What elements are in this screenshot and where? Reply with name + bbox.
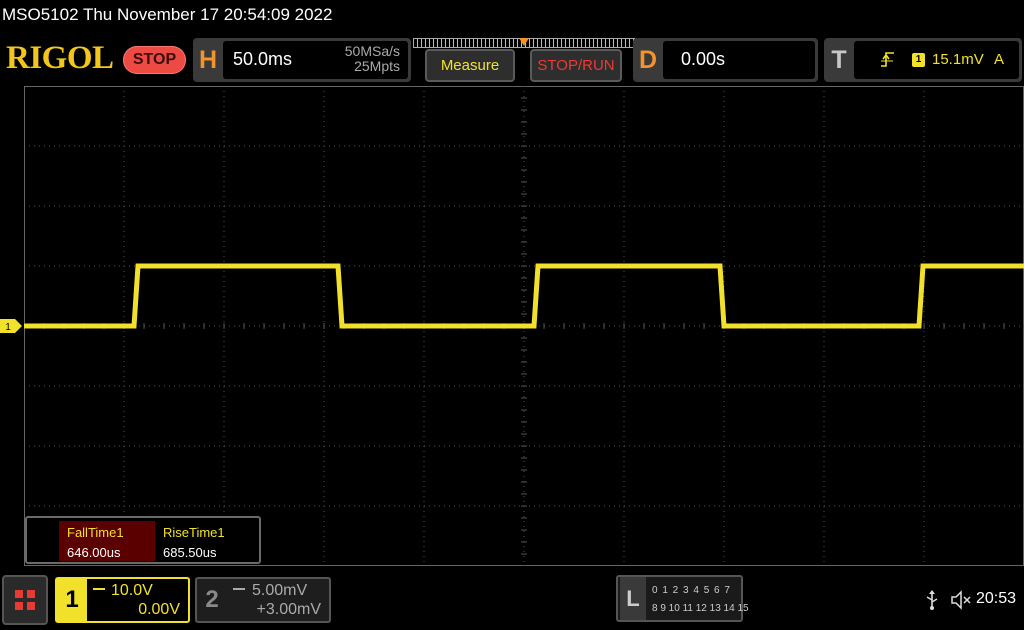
measurement-name: FallTime1 [67, 525, 124, 540]
menu-home-icon[interactable] [2, 575, 48, 625]
ch1-offset: 0.00V [138, 601, 180, 618]
measure-button[interactable]: Measure [425, 49, 515, 82]
waveform-grid[interactable] [24, 86, 1024, 566]
ch2-offset: +3.00mV [256, 601, 321, 618]
delay-letter: D [638, 46, 658, 74]
logic-analyzer-settings[interactable]: L 0 1 2 3 4 5 6 7 8 9 10 11 12 13 14 15 [616, 575, 749, 622]
measurement-name: RiseTime1 [163, 525, 225, 540]
clock: 20:53 [976, 590, 1017, 607]
ch1-settings[interactable]: 1 10.0V 0.00V [55, 577, 190, 623]
measurement-value: 646.00us [67, 545, 121, 560]
logic-letter: L [620, 577, 646, 620]
ch1-number: 1 [57, 579, 87, 621]
ch2-scale: 5.00mV [252, 582, 308, 599]
memory-depth: 25Mpts [354, 58, 400, 74]
logic-channels-row1: 0 1 2 3 4 5 6 7 [652, 585, 731, 596]
speaker-muted-icon[interactable] [950, 590, 972, 610]
rigol-logo: RIGOL [6, 40, 114, 76]
delay-display: 0.00s [663, 41, 815, 79]
title-bar: MSO5102 Thu November 17 20:54:09 2022 [0, 0, 1024, 30]
horizontal-letter: H [198, 46, 218, 74]
measurement-item[interactable]: FallTime1 646.00us [59, 521, 155, 561]
trigger-source-badge: 1 [912, 53, 925, 67]
title-text: MSO5102 Thu November 17 20:54:09 2022 [2, 5, 333, 24]
measurement-item[interactable]: RiseTime1 685.50us [155, 521, 251, 561]
usb-icon [926, 590, 938, 610]
horizontal-panel[interactable]: H 50.0ms 50MSa/s 25Mpts [193, 38, 411, 82]
top-toolbar: RIGOL STOP H 50.0ms 50MSa/s 25Mpts Measu… [0, 34, 1024, 86]
trigger-position-mark [519, 38, 529, 46]
trigger-level: 15.1mV [932, 51, 984, 68]
dc-coupling-icon [93, 588, 105, 592]
delay-value: 0.00s [681, 49, 726, 69]
bottom-bar: 1 10.0V 0.00V 2 5.00mV +3.00mV L 0 1 2 3… [0, 570, 1024, 630]
dc-coupling-icon [233, 588, 245, 592]
ch2-number: 2 [205, 586, 219, 613]
trigger-display: 1 15.1mV A [854, 41, 1019, 79]
logic-channels-row2: 8 9 10 11 12 13 14 15 [652, 603, 749, 614]
sample-rate: 50MSa/s [344, 43, 400, 59]
rising-edge-icon [881, 52, 894, 67]
timebase-value: 50.0ms [233, 49, 293, 69]
trigger-letter: T [831, 46, 847, 74]
run-state-badge[interactable]: STOP [123, 46, 186, 74]
horizontal-display: 50.0ms 50MSa/s 25Mpts [223, 41, 408, 79]
ch1-marker-label: 1 [5, 322, 11, 333]
ch2-settings[interactable]: 2 5.00mV +3.00mV [195, 577, 331, 623]
trigger-panel[interactable]: T 1 15.1mV A [824, 38, 1022, 82]
trigger-mode: A [994, 51, 1005, 68]
measurement-value: 685.50us [163, 545, 217, 560]
measurement-row: FallTime1 646.00us RiseTime1 685.50us [59, 521, 281, 561]
ch1-offset-marker[interactable]: 1 [0, 319, 22, 333]
measurement-table[interactable]: FallTime1 646.00us RiseTime1 685.50us [25, 516, 261, 564]
stoprun-button[interactable]: STOP/RUN [530, 49, 622, 82]
delay-panel[interactable]: D 0.00s [633, 38, 818, 82]
memory-timeline [413, 38, 635, 48]
ch1-scale: 10.0V [111, 582, 153, 599]
